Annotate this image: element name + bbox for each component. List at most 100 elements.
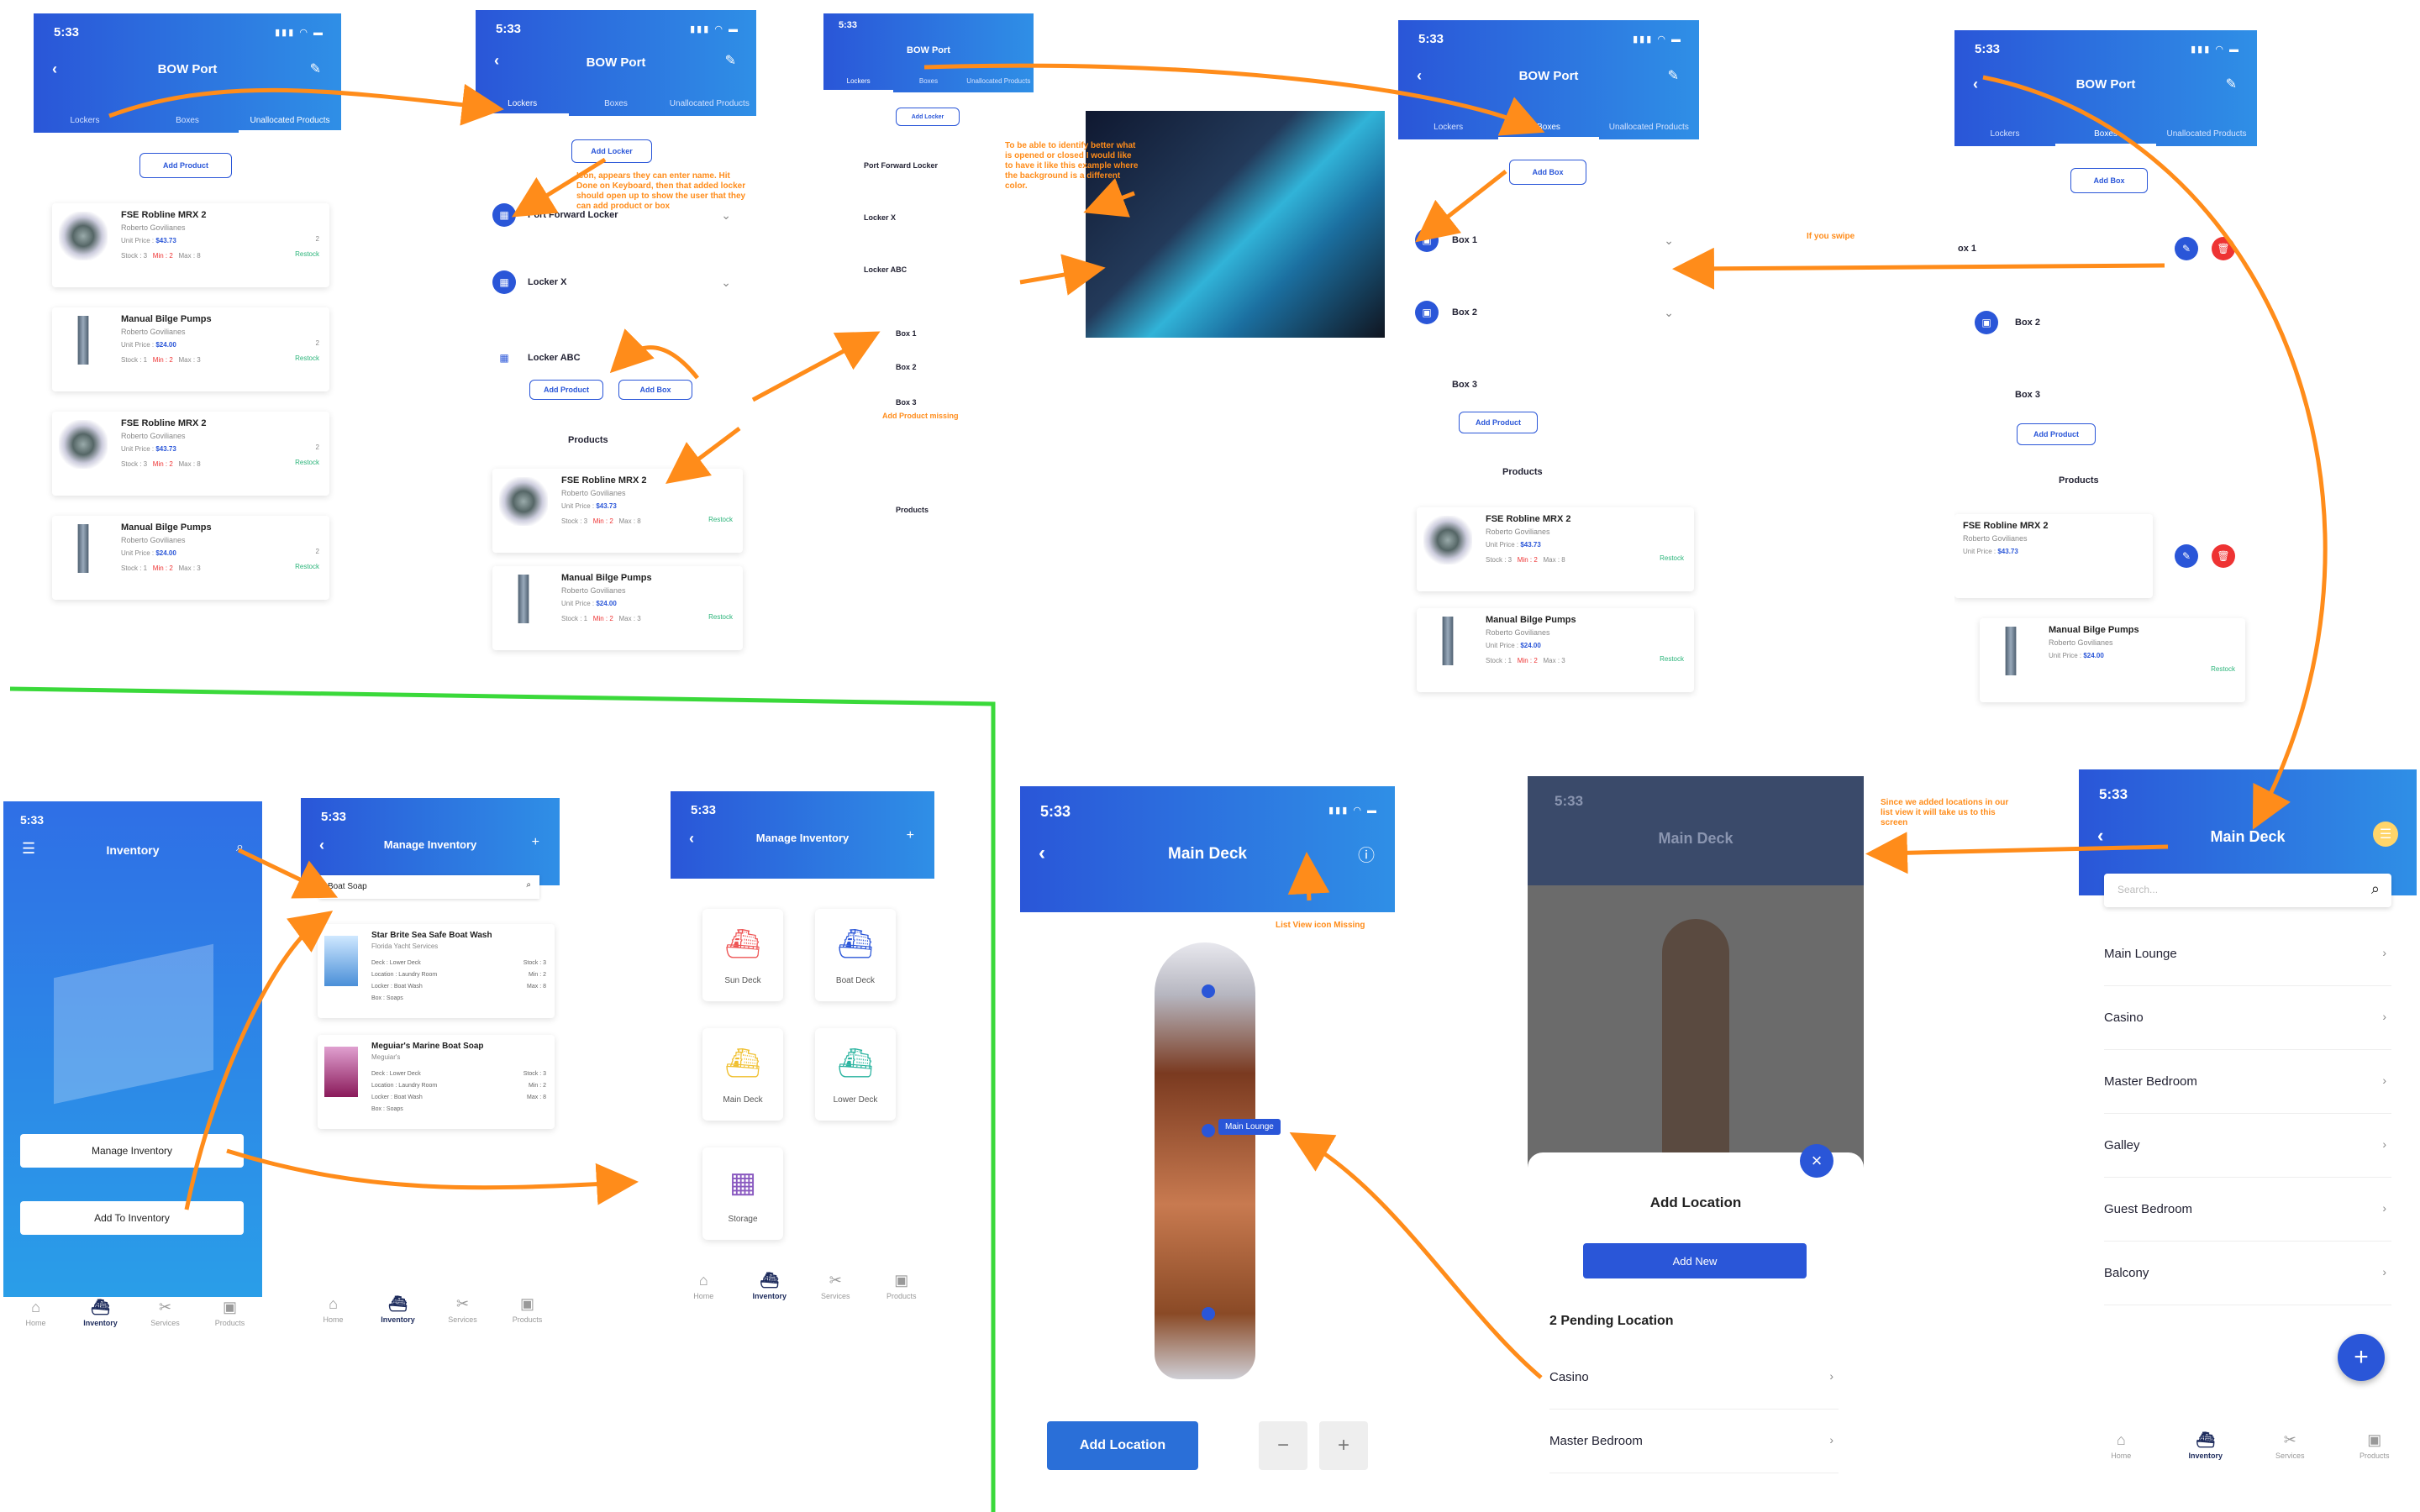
nav-home[interactable]: ⌂ Home [671,1272,737,1312]
deck-tile-boat[interactable]: ⛴ Boat Deck [815,909,896,1001]
products-row[interactable]: Products [1502,467,1543,477]
box-row[interactable]: Box 2 [1452,307,1477,318]
nav-home[interactable]: ⌂ Home [2079,1431,2164,1478]
locker-row[interactable]: Locker ABC [528,353,581,363]
locker-row[interactable]: Locker X [528,277,566,287]
edit-icon[interactable]: ✎ [725,52,736,69]
nav-inventory[interactable]: ⛴ Inventory [2164,1431,2249,1478]
product-card[interactable]: Manual Bilge Pumps Roberto Govilianes Un… [1980,618,2245,702]
tab-unallocated[interactable]: Unallocated Products [239,111,341,133]
location-pin-icon[interactable] [1202,984,1215,998]
tab-unallocated[interactable]: Unallocated Products [964,72,1034,92]
location-row[interactable]: Galley › [2104,1114,2391,1178]
nav-home[interactable]: ⌂ Home [301,1295,366,1336]
location-row[interactable]: Guest Bedroom › [2104,1178,2391,1242]
deck-tile-storage[interactable]: ▦ Storage [702,1147,783,1240]
location-row[interactable]: Master Bedroom › [2104,1050,2391,1114]
add-product-button[interactable]: Add Product [139,153,232,178]
box-row[interactable]: Box 3 [896,398,917,407]
add-box-button[interactable]: Add Box [618,380,692,400]
locker-row[interactable]: Locker ABC [864,265,907,274]
tab-lockers[interactable]: Lockers [1954,124,2055,146]
tab-boxes[interactable]: Boxes [2055,124,2156,146]
location-marker-label[interactable]: Main Lounge [1218,1119,1281,1135]
plus-icon[interactable]: + [907,828,914,843]
add-product-button[interactable]: Add Product [529,380,603,400]
nav-products[interactable]: ▣ Products [197,1299,262,1339]
deck-tile-lower[interactable]: ⛴ Lower Deck [815,1028,896,1121]
close-icon[interactable]: × [1800,1144,1833,1178]
add-product-button[interactable]: Add Product [1459,412,1538,433]
pending-location-row[interactable]: Casino › [1549,1346,1839,1410]
tab-unallocated[interactable]: Unallocated Products [1599,118,1699,139]
nav-home[interactable]: ⌂ Home [3,1299,68,1339]
add-locker-button[interactable]: Add Locker [896,108,960,126]
tab-lockers[interactable]: Lockers [823,72,894,92]
location-pin-icon[interactable] [1202,1307,1215,1320]
deck-tile-main[interactable]: ⛴ Main Deck [702,1028,783,1121]
nav-inventory[interactable]: ⛴ Inventory [737,1272,803,1312]
locker-row[interactable]: Port Forward Locker [528,210,618,220]
restock-link[interactable]: Restock [295,563,319,570]
box-row[interactable]: Box 3 [2015,390,2040,400]
box-row-swiped[interactable]: ox 1 [1958,244,1976,254]
nav-services[interactable]: ✂ Services [802,1272,869,1312]
box-row[interactable]: Box 1 [896,329,917,338]
product-card[interactable]: Manual Bilge Pumps Roberto Govilianes Un… [1417,608,1694,692]
deck-tile-sun[interactable]: ⛴ Sun Deck [702,909,783,1001]
restock-link[interactable]: Restock [708,613,733,621]
product-card[interactable]: FSE Robline MRX 2 Roberto Govilianes Uni… [52,412,329,496]
box-row[interactable]: Box 3 [1452,380,1477,390]
chevron-down-icon[interactable]: ⌄ [721,208,731,223]
locker-row[interactable]: Locker X [864,213,896,222]
product-card[interactable]: FSE Robline MRX 2 Roberto Govilianes Uni… [52,203,329,287]
add-fab-button[interactable]: + [2338,1334,2385,1381]
inventory-item-card[interactable]: Star Brite Sea Safe Boat Wash Florida Ya… [318,924,555,1018]
product-card[interactable]: Manual Bilge Pumps Roberto Govilianes Un… [52,307,329,391]
zoom-out-button[interactable]: − [1259,1421,1307,1470]
restock-link[interactable]: Restock [708,516,733,523]
box-row[interactable]: Box 2 [896,363,917,371]
tab-unallocated[interactable]: Unallocated Products [663,94,756,116]
restock-link[interactable]: Restock [2211,665,2235,673]
search-icon[interactable]: ⌕ [526,880,531,890]
search-icon[interactable]: ⌕ [2371,880,2380,898]
pencil-icon[interactable]: ✎ [2175,544,2198,568]
tab-lockers[interactable]: Lockers [34,111,136,133]
add-location-button[interactable]: Add Location [1047,1421,1198,1470]
add-product-button[interactable]: Add Product [2017,423,2096,445]
products-row[interactable]: Products [2059,475,2099,486]
products-row[interactable]: Products [896,506,929,514]
product-card[interactable]: Manual Bilge Pumps Roberto Govilianes Un… [492,566,743,650]
tab-unallocated[interactable]: Unallocated Products [2156,124,2257,146]
nav-products[interactable]: ▣ Products [2333,1431,2417,1478]
edit-icon[interactable]: ✎ [2226,76,2237,92]
search-input[interactable]: Search... ⌕ [2104,874,2391,907]
chevron-down-icon[interactable]: ⌄ [1664,306,1674,320]
restock-link[interactable]: Restock [1660,554,1684,562]
location-pin-icon[interactable] [1202,1124,1215,1137]
tab-boxes[interactable]: Boxes [136,111,239,133]
add-box-button[interactable]: Add Box [2070,168,2148,193]
tab-lockers[interactable]: Lockers [476,94,570,116]
manage-inventory-button[interactable]: Manage Inventory [20,1134,244,1168]
pending-location-row[interactable]: Master Bedroom › [1549,1410,1839,1473]
restock-link[interactable]: Restock [295,354,319,362]
nav-services[interactable]: ✂ Services [133,1299,197,1339]
location-row[interactable]: Balcony › [2104,1242,2391,1305]
add-locker-button[interactable]: Add Locker [571,139,652,163]
box-row[interactable]: Box 1 [1452,235,1477,245]
add-to-inventory-button[interactable]: Add To Inventory [20,1201,244,1235]
add-box-button[interactable]: Add Box [1509,160,1586,185]
nav-inventory[interactable]: ⛴ Inventory [68,1299,133,1339]
trash-icon[interactable]: 🗑 [2212,544,2235,568]
chevron-down-icon[interactable]: ⌄ [721,276,731,290]
trash-icon[interactable]: 🗑 [2212,237,2235,260]
add-new-button[interactable]: Add New [1583,1243,1807,1278]
tab-boxes[interactable]: Boxes [1498,118,1599,139]
nav-products[interactable]: ▣ Products [495,1295,560,1336]
product-card[interactable]: FSE Robline MRX 2 Roberto Govilianes Uni… [1417,507,1694,591]
search-icon[interactable]: ⌕ [236,840,244,855]
product-card-swiped[interactable]: FSE Robline MRX 2 Roberto Govilianes Uni… [1954,514,2153,598]
box-row[interactable]: Box 2 [2015,318,2040,328]
